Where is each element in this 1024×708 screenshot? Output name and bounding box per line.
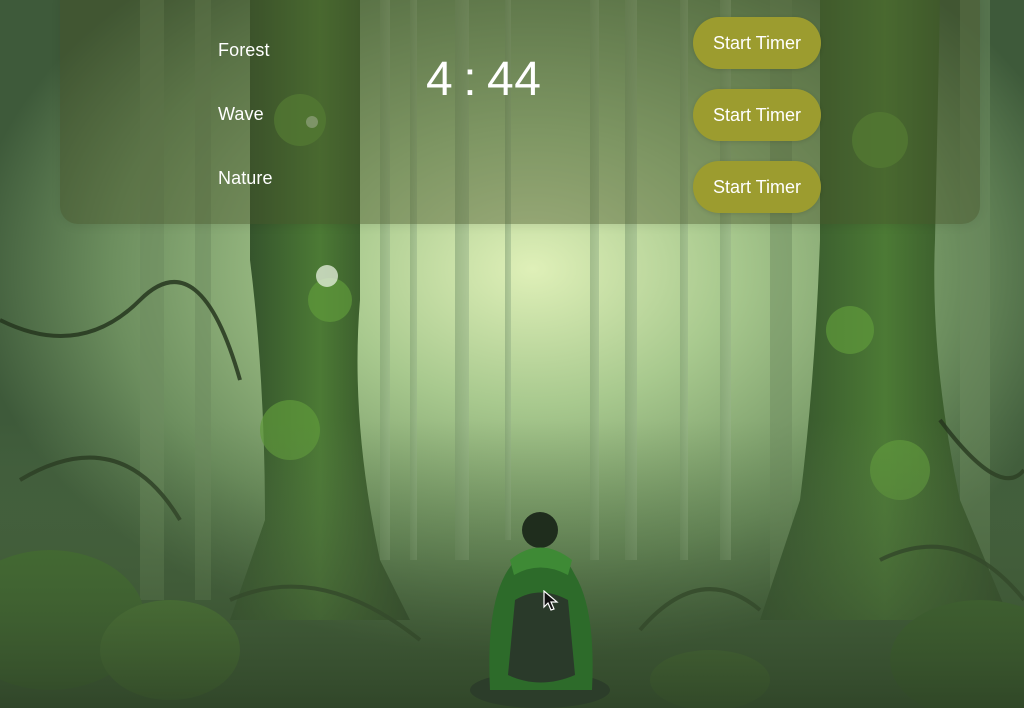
control-panel	[60, 0, 980, 224]
start-timer-button-wave[interactable]: Start Timer	[693, 89, 821, 141]
mouse-cursor-icon	[543, 590, 559, 611]
timer-separator: :	[463, 53, 478, 106]
timer-minutes: 4	[426, 53, 454, 106]
start-timer-button-forest[interactable]: Start Timer	[693, 17, 821, 69]
sound-option-forest[interactable]: Forest	[218, 36, 358, 64]
timer-seconds: 44	[487, 53, 542, 106]
countdown-timer: 4:44	[426, 48, 606, 112]
sound-option-nature[interactable]: Nature	[218, 164, 358, 192]
sound-option-wave[interactable]: Wave	[218, 100, 358, 128]
start-timer-button-nature[interactable]: Start Timer	[693, 161, 821, 213]
